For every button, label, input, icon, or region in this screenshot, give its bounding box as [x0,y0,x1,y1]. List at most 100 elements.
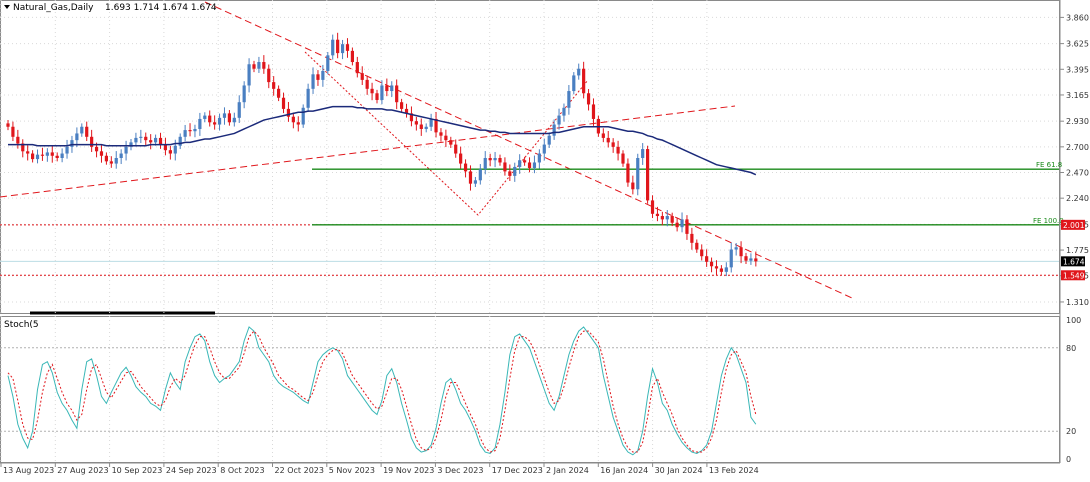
candle-body [316,74,320,80]
fe100-price-label: 2.001 [1063,221,1085,230]
stoch-tick-label: 80 [1066,344,1076,353]
candle-body [35,154,40,160]
price-tick-label: 2.470 [1066,169,1089,178]
candle-body [272,82,276,89]
header: Natural_Gas,Daily 1.693 1.714 1.674 1.67… [4,3,217,13]
candle-body [724,267,728,272]
candle-body [306,88,310,108]
candle-body [365,79,369,89]
candle-body [601,133,605,138]
candle-body [227,113,231,123]
candle-body [50,152,54,156]
stoch-label: Stoch(5 [4,320,39,330]
main-pane-frame [0,0,1060,314]
candle-body [144,136,148,141]
candle-body [690,233,694,243]
candle-body [119,153,123,158]
candle-body [641,149,645,158]
candle-body [675,222,679,228]
candle-body [586,93,591,105]
candle-body [734,247,738,250]
candle-body [719,268,723,272]
candle-body [488,158,492,161]
candle-body [449,140,453,145]
candle-body [375,93,379,100]
stoch-tick-label: 0 [1066,455,1071,464]
candle-body [154,137,158,143]
price-tick-label: 2.700 [1066,143,1089,152]
chart-root: FE 61.8 FE 100.0 3.860 3.625 3.395 3.165 2.93… [0,0,1090,478]
time-tick-label: 3 Dec 2023 [437,466,483,475]
candle-body [336,39,340,54]
candle-body [257,62,261,69]
time-tick-label: 16 Jan 2024 [600,466,648,475]
candle-body [385,85,389,92]
stoch-tick-label: 20 [1066,427,1076,436]
candle-body [213,122,217,125]
candle-body [395,85,399,103]
candle-body [454,144,458,154]
candle-body [139,136,143,138]
time-tick-label: 5 Nov 2023 [329,466,375,475]
candle-body [114,158,118,164]
candle-body [370,88,374,94]
candle-body [360,73,364,80]
candle-body [311,74,315,89]
candle-body [124,146,128,154]
candle-body [542,144,546,154]
candle-body [709,261,714,267]
candle-body [685,219,689,234]
candle-body [340,44,345,54]
candle-body [557,115,561,125]
candle-body [729,249,733,268]
time-tick-label: 24 Sep 2023 [166,466,217,475]
candle-body [468,171,473,184]
candle-body [291,116,295,123]
candle-body [429,118,433,127]
candle-body [16,136,20,144]
candle-body [99,151,104,156]
price-tick-label: 3.625 [1066,40,1089,49]
time-tick-label: 27 Aug 2023 [57,466,108,475]
candle-body [705,256,709,262]
candle-body [631,182,635,190]
candle-body [523,160,527,163]
candle-body [75,133,79,141]
price-tick-label: 2.240 [1066,194,1089,203]
time-tick-label: 30 Jan 2024 [655,466,703,475]
candle-body [552,124,556,136]
candle-body [242,85,246,103]
candle-body [301,107,305,125]
time-tick-label: 13 Aug 2023 [3,466,54,475]
candle-body [296,122,300,125]
candle-body [626,163,630,183]
candle-body [232,117,236,123]
candle-body [655,213,660,217]
candle-body [636,158,640,190]
candle-body [65,146,69,154]
candle-body [355,62,359,74]
candle-body [650,200,655,214]
candle-body [104,155,108,162]
candle-body [567,91,571,108]
candle-body [473,180,477,184]
ohlc-values: 1.693 1.714 1.674 1.674 [105,3,217,13]
candle-body [247,64,251,86]
candle-body [173,145,177,154]
candle-body [749,258,753,261]
candle-body [695,242,699,250]
candle-body [483,158,487,170]
symbol-label: Natural_Gas,Daily [13,3,94,13]
candle-body [109,161,113,164]
candle-body [459,153,463,164]
candle-body [178,136,182,146]
candle-body [31,153,35,160]
support-price-label: 1.549 [1063,271,1085,280]
candle-body [252,64,256,69]
candle-body [400,102,404,109]
candle-body [665,216,669,220]
candle-body [582,68,586,94]
chart-svg: FE 61.8 FE 100.0 3.860 3.625 3.395 3.165 2.93… [0,0,1089,475]
candle-body [562,107,566,116]
price-tick-label: 3.860 [1066,13,1089,22]
